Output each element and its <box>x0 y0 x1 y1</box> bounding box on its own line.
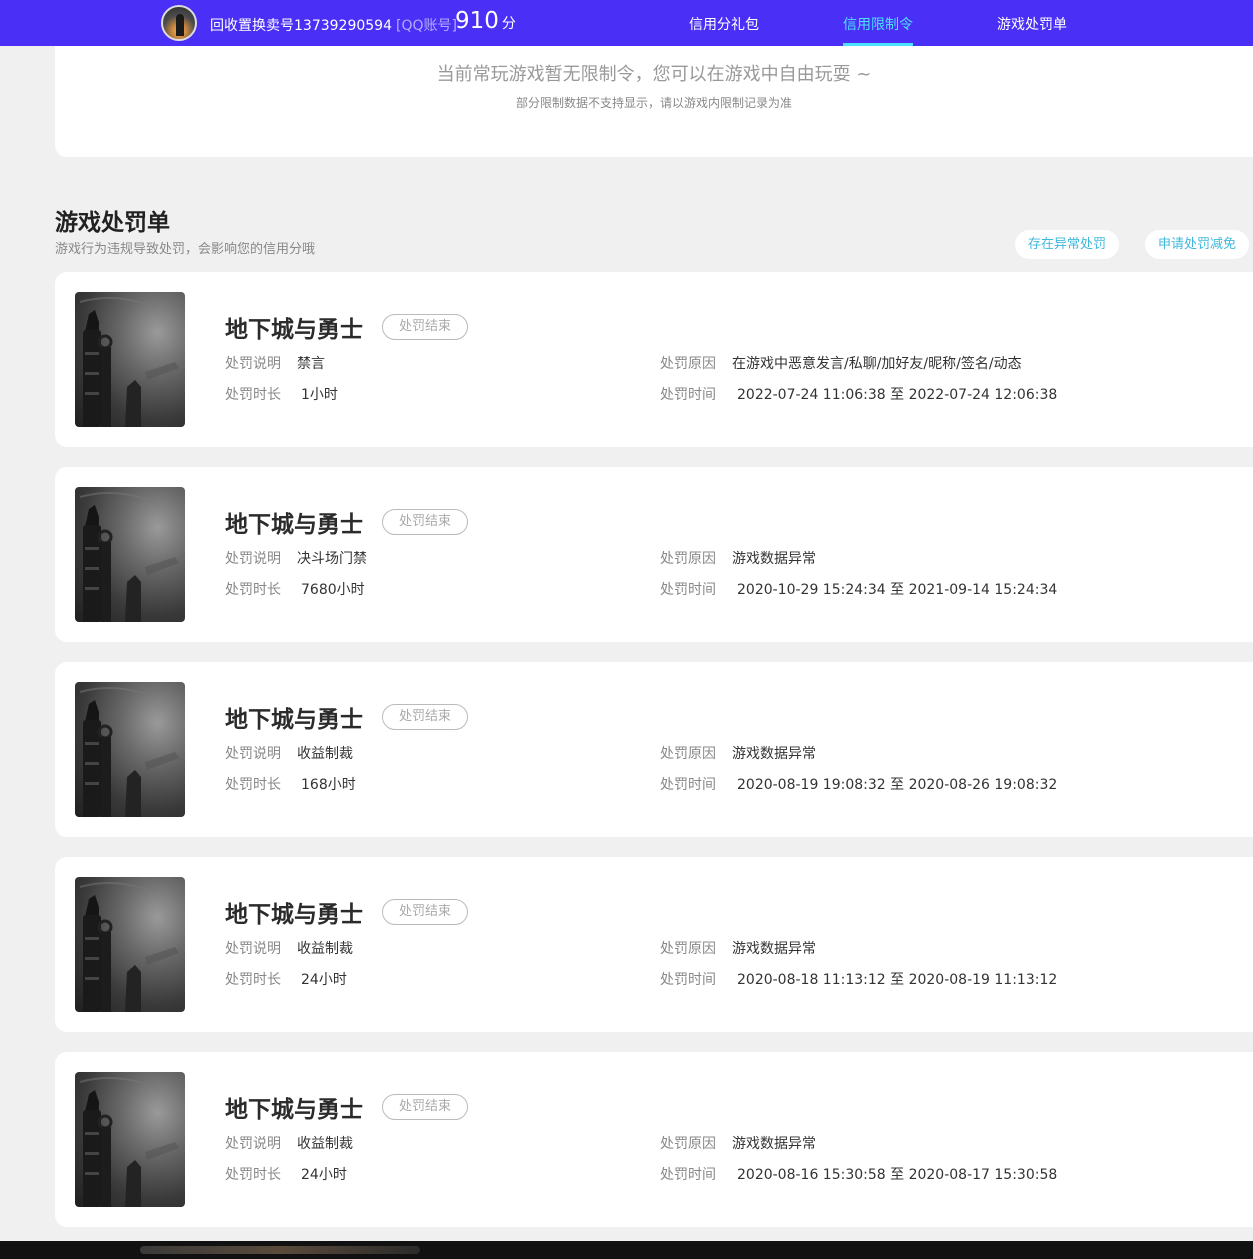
reason-label: 处罚原因 <box>660 356 716 372</box>
desc-value: 决斗场门禁 <box>297 551 367 567</box>
reason-label: 处罚原因 <box>660 746 716 762</box>
duration-label: 处罚时长 <box>225 972 281 988</box>
account-name: 回收置换卖号13739290594 <box>210 18 392 34</box>
limit-card: 当前常玩游戏暂无限制令，您可以在游戏中自由玩耍 ~ 部分限制数据不支持显示，请以… <box>55 46 1253 157</box>
score-value: 910 <box>455 8 499 34</box>
status-badge: 处罚结束 <box>382 1094 468 1120</box>
score-unit: 分 <box>501 16 516 32</box>
duration-value: 7680小时 <box>301 582 365 598</box>
account-type: [QQ账号] <box>395 18 457 34</box>
desc-value: 禁言 <box>297 356 325 372</box>
time-label: 处罚时间 <box>660 1167 716 1183</box>
reason-label: 处罚原因 <box>660 1136 716 1152</box>
game-name: 地下城与勇士 <box>225 707 363 733</box>
tab-credit-gift[interactable]: 信用分礼包 <box>689 14 759 34</box>
tab-credit-limit[interactable]: 信用限制令 <box>843 14 913 46</box>
game-cover-image <box>75 877 185 1012</box>
limit-message: 当前常玩游戏暂无限制令，您可以在游戏中自由玩耍 ~ <box>436 64 872 85</box>
game-cover-image <box>75 682 185 817</box>
reason-label: 处罚原因 <box>660 941 716 957</box>
reason-label: 处罚原因 <box>660 551 716 567</box>
time-value: 2020-10-29 15:24:34 至 2021-09-14 15:24:3… <box>737 582 1058 598</box>
reason-value: 游戏数据异常 <box>732 551 816 567</box>
desc-label: 处罚说明 <box>225 1136 281 1152</box>
status-badge: 处罚结束 <box>382 899 468 925</box>
game-name: 地下城与勇士 <box>225 512 363 538</box>
appeal-reduction-button[interactable]: 申请处罚减免 <box>1145 230 1250 259</box>
status-badge: 处罚结束 <box>382 509 468 535</box>
penalty-card: 地下城与勇士 处罚结束处罚说明 禁言 处罚时长 1小时 处罚原因 在游戏中恶意发言/私聊/加… <box>55 272 1253 447</box>
game-name: 地下城与勇士 <box>225 317 363 343</box>
time-label: 处罚时间 <box>660 777 716 793</box>
desc-value: 收益制裁 <box>297 746 353 762</box>
duration-label: 处罚时长 <box>225 387 281 403</box>
game-cover-image <box>75 487 185 622</box>
time-value: 2020-08-16 15:30:58 至 2020-08-17 15:30:5… <box>737 1167 1058 1183</box>
duration-value: 24小时 <box>301 972 347 988</box>
desc-label: 处罚说明 <box>225 746 281 762</box>
penalty-card: 地下城与勇士 处罚结束处罚说明 收益制裁 处罚时长 24小时 处罚原因 游戏数据异常 处罚时间… <box>55 857 1253 1032</box>
account-info: 回收置换卖号13739290594 [QQ账号] <box>210 15 457 35</box>
desc-label: 处罚说明 <box>225 941 281 957</box>
bottom-strip <box>0 1241 1253 1259</box>
game-cover-image <box>75 1072 185 1207</box>
reason-value: 游戏数据异常 <box>732 746 816 762</box>
duration-label: 处罚时长 <box>225 777 281 793</box>
reason-value: 游戏数据异常 <box>732 941 816 957</box>
time-label: 处罚时间 <box>660 582 716 598</box>
duration-value: 24小时 <box>301 1167 347 1183</box>
desc-value: 收益制裁 <box>297 941 353 957</box>
duration-label: 处罚时长 <box>225 582 281 598</box>
game-name: 地下城与勇士 <box>225 902 363 928</box>
limit-note: 部分限制数据不支持显示，请以游戏内限制记录为准 <box>515 96 792 110</box>
reason-value: 游戏数据异常 <box>732 1136 816 1152</box>
desc-value: 收益制裁 <box>297 1136 353 1152</box>
time-label: 处罚时间 <box>660 387 716 403</box>
status-badge: 处罚结束 <box>382 314 468 340</box>
time-label: 处罚时间 <box>660 972 716 988</box>
duration-value: 1小时 <box>301 387 338 403</box>
desc-label: 处罚说明 <box>225 551 281 567</box>
desc-label: 处罚说明 <box>225 356 281 372</box>
section-title: 游戏处罚单 <box>55 210 170 236</box>
penalty-card: 地下城与勇士 处罚结束处罚说明 收益制裁 处罚时长 24小时 处罚原因 游戏数据异常 处罚时间… <box>55 1052 1253 1227</box>
top-bar: 回收置换卖号13739290594 [QQ账号] 910 分 信用分礼包 信用限制令… <box>0 0 1253 46</box>
reason-value: 在游戏中恶意发言/私聊/加好友/昵称/签名/动态 <box>732 356 1022 372</box>
penalty-card: 地下城与勇士 处罚结束处罚说明 收益制裁 处罚时长 168小时 处罚原因 游戏数据异常 处罚时… <box>55 662 1253 837</box>
abnormal-penalty-button[interactable]: 存在异常处罚 <box>1015 230 1120 259</box>
duration-value: 168小时 <box>301 777 356 793</box>
time-value: 2020-08-19 19:08:32 至 2020-08-26 19:08:3… <box>737 777 1058 793</box>
duration-label: 处罚时长 <box>225 1167 281 1183</box>
game-name: 地下城与勇士 <box>225 1097 363 1123</box>
time-value: 2022-07-24 11:06:38 至 2022-07-24 12:06:3… <box>737 387 1058 403</box>
penalty-card: 地下城与勇士 处罚结束处罚说明 决斗场门禁 处罚时长 7680小时 处罚原因 游戏数据异常处… <box>55 467 1253 642</box>
avatar[interactable] <box>161 5 197 41</box>
status-badge: 处罚结束 <box>382 704 468 730</box>
game-cover-image <box>75 292 185 427</box>
section-subtitle: 游戏行为违规导致处罚，会影响您的信用分哦 <box>55 242 316 257</box>
time-value: 2020-08-18 11:13:12 至 2020-08-19 11:13:1… <box>737 972 1058 988</box>
credit-score: 910 分 <box>455 8 516 34</box>
tab-game-penalty[interactable]: 游戏处罚单 <box>997 14 1067 34</box>
